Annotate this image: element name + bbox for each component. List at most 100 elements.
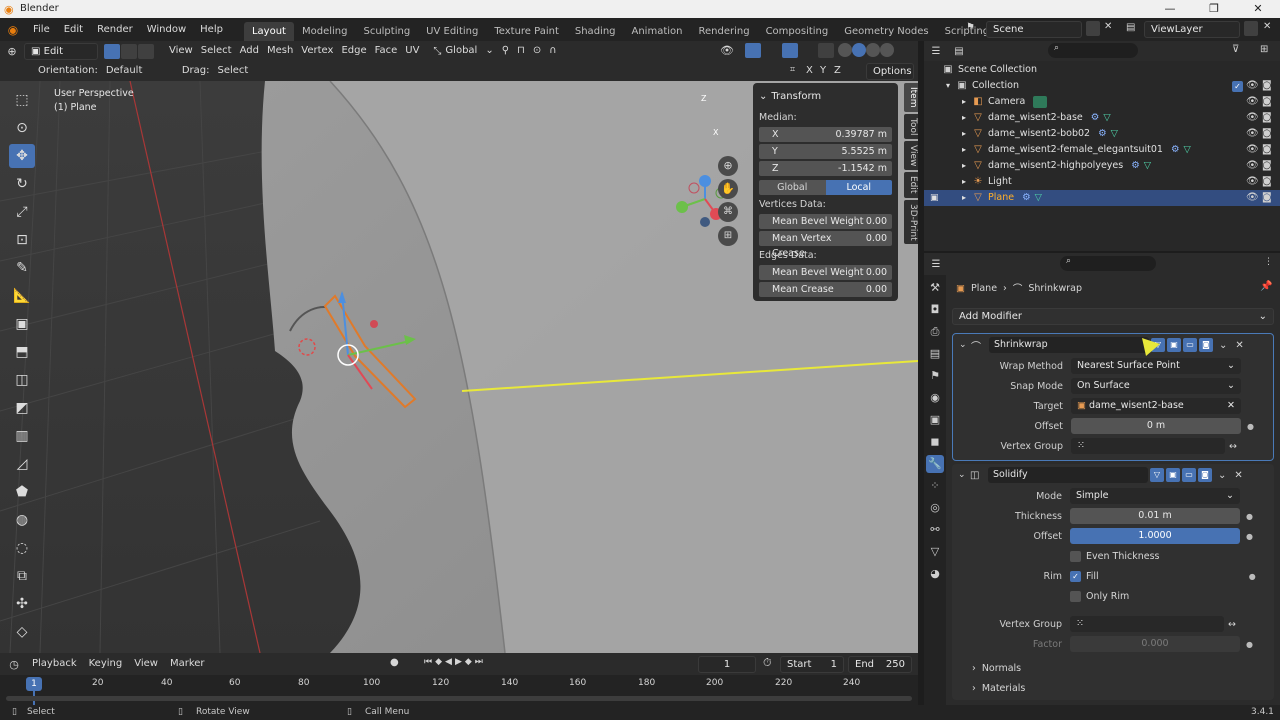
chevron-right-icon[interactable]: ▸	[962, 190, 972, 206]
view-layer-tab-icon[interactable]: ▤	[926, 345, 944, 363]
view-layer-selector[interactable]: ViewLayer	[1144, 21, 1240, 38]
menu-mesh[interactable]: Mesh	[263, 43, 297, 59]
menu-render[interactable]: Render	[90, 18, 140, 41]
minimize-button[interactable]: —	[1148, 0, 1192, 18]
target-field[interactable]: ▣ dame_wisent2-base ✕	[1071, 398, 1241, 414]
annotate-tool-icon[interactable]: ✎	[9, 256, 35, 280]
tree-row-dame-wisent2-bob02[interactable]: ▸ ▽ dame_wisent2-bob02 ⚙ ▽ 👁 ◙	[924, 126, 1280, 142]
mesh-data-icon[interactable]: ▽	[1035, 190, 1042, 206]
select-box-tool-icon[interactable]: ⬚	[9, 88, 35, 112]
tab-geometry-nodes[interactable]: Geometry Nodes	[836, 22, 936, 41]
chevron-right-icon[interactable]: ▸	[962, 174, 972, 190]
end-frame-field[interactable]: End 250	[848, 656, 912, 673]
delete-scene-icon[interactable]: ✕	[1104, 21, 1112, 32]
tab-edit[interactable]: Edit	[904, 172, 918, 198]
rotate-tool-icon[interactable]: ↻	[9, 172, 35, 196]
shear-tool-icon[interactable]: ◇	[9, 620, 35, 644]
modifier-icon[interactable]: ⚙	[1171, 142, 1180, 158]
tree-row-scene-collection[interactable]: ▣ Scene Collection	[924, 62, 1280, 78]
eye-icon[interactable]: 👁	[1246, 78, 1259, 94]
remove-modifier-icon[interactable]: ✕	[1235, 340, 1243, 351]
edit-mode-toggle-icon[interactable]: ▣	[1166, 468, 1180, 482]
keyframe-dot-icon[interactable]: ●	[1246, 532, 1253, 541]
timeline-ruler[interactable]: 1 20 40 60 80 100 120 140 160 180 200 22…	[0, 675, 918, 705]
invert-vertex-group-icon[interactable]: ↔	[1228, 619, 1236, 630]
new-collection-icon[interactable]: ⊞	[1260, 44, 1268, 55]
material-tab-icon[interactable]: ◕	[926, 565, 944, 583]
tree-row-collection[interactable]: ▾ ▣ Collection ✓ 👁 ◙	[924, 78, 1280, 94]
solidify-vertex-group-field[interactable]: ⁙	[1070, 616, 1224, 632]
menu-file[interactable]: File	[26, 18, 57, 41]
modifier-menu-icon[interactable]: ⌄	[1219, 340, 1227, 351]
solidify-offset-slider[interactable]: 1.0000	[1070, 528, 1240, 544]
tree-row-dame-wisent2-base[interactable]: ▸ ▽ dame_wisent2-base ⚙ ▽ 👁 ◙	[924, 110, 1280, 126]
local-toggle[interactable]: Local	[825, 179, 892, 195]
mean-bevel-weight-field[interactable]: Mean Bevel Weight 0.00	[759, 213, 892, 229]
tab-shading[interactable]: Shading	[567, 22, 624, 41]
chevron-right-icon[interactable]: ▸	[962, 158, 972, 174]
solid-shading-icon[interactable]	[852, 43, 866, 57]
eye-icon[interactable]: 👁	[1246, 110, 1259, 126]
keyframe-dot-icon[interactable]: ●	[1249, 572, 1256, 581]
tab-3d-print[interactable]: 3D-Print	[904, 199, 918, 245]
collection-exclude-checkbox[interactable]: ✓	[1232, 81, 1243, 92]
offset-field[interactable]: 0 m	[1071, 418, 1241, 434]
tree-row-camera[interactable]: ▸ ◧ Camera 👁 ◙	[924, 94, 1280, 110]
eye-icon[interactable]: 👁	[1246, 174, 1259, 190]
global-toggle[interactable]: Global	[759, 179, 826, 195]
loop-cut-tool-icon[interactable]: ▥	[9, 424, 35, 448]
modifier-tab-icon[interactable]: 🔧	[926, 455, 944, 473]
outliner-editor-icon[interactable]: ☰	[924, 46, 948, 57]
pan-hand-icon[interactable]: ✋	[718, 179, 738, 199]
tab-layout[interactable]: Layout	[243, 22, 294, 41]
render-toggle-icon[interactable]: ◙	[1199, 338, 1213, 352]
tab-sculpting[interactable]: Sculpting	[355, 22, 418, 41]
solidify-name-field[interactable]: Solidify	[988, 467, 1148, 483]
shrinkwrap-name-field[interactable]: Shrinkwrap	[989, 337, 1149, 353]
blender-menu-icon[interactable]: ◉	[0, 23, 26, 37]
render-camera-icon[interactable]: ◙	[1262, 94, 1272, 110]
xray-toggle-icon[interactable]	[818, 43, 834, 58]
mirror-z-button[interactable]: Z	[830, 63, 845, 79]
proportional-edit-icon[interactable]: ⊙	[529, 43, 545, 59]
bevel-tool-icon[interactable]: ◩	[9, 396, 35, 420]
camera-data-icon[interactable]	[1033, 96, 1048, 108]
menu-timeline-view[interactable]: View	[130, 656, 162, 672]
render-camera-icon[interactable]: ◙	[1262, 174, 1272, 190]
tree-row-dame-wisent2-female-elegantsuit01[interactable]: ▸ ▽ dame_wisent2-female_elegantsuit01 ⚙ ▽ …	[924, 142, 1280, 158]
menu-edge[interactable]: Edge	[337, 43, 370, 59]
tab-tool[interactable]: Tool	[904, 113, 918, 139]
shrink-fatten-tool-icon[interactable]: ✣	[9, 592, 35, 616]
eye-icon[interactable]: 👁	[1246, 126, 1259, 142]
fill-rim-checkbox[interactable]: ✓ Fill	[1070, 570, 1099, 582]
render-camera-icon[interactable]: ◙	[1262, 110, 1272, 126]
menu-view[interactable]: View	[165, 43, 197, 59]
data-tab-icon[interactable]: ▽	[926, 543, 944, 561]
render-camera-icon[interactable]: ◙	[1262, 158, 1272, 174]
filter-icon[interactable]: ⊽	[1232, 44, 1239, 55]
menu-uv[interactable]: UV	[401, 43, 423, 59]
tab-animation[interactable]: Animation	[624, 22, 691, 41]
timeline-editor-icon[interactable]: ◷	[0, 658, 28, 671]
chevron-down-icon[interactable]: ⌄	[959, 340, 971, 350]
measure-tool-icon[interactable]: 📐	[9, 284, 35, 308]
next-keyframe-icon[interactable]: ◆	[465, 657, 475, 667]
constraints-tab-icon[interactable]: ⚯	[926, 521, 944, 539]
zoom-icon[interactable]: ⊕	[718, 156, 738, 176]
mesh-data-icon[interactable]: ▽	[1184, 142, 1191, 158]
transform-panel-header[interactable]: ⌄ Transform	[759, 88, 892, 104]
modifier-icon[interactable]: ⚙	[1098, 126, 1107, 142]
camera-view-icon[interactable]: ⌘	[718, 202, 738, 222]
transform-orientation-selector[interactable]: Global	[441, 43, 481, 59]
normals-subpanel[interactable]: › Normals	[952, 658, 1274, 678]
scale-tool-icon[interactable]: ⤢	[9, 200, 35, 224]
delete-view-layer-icon[interactable]: ✕	[1263, 21, 1271, 32]
perspective-toggle-icon[interactable]: ⊞	[718, 226, 738, 246]
render-camera-icon[interactable]: ◙	[1262, 190, 1272, 206]
menu-window[interactable]: Window	[140, 18, 193, 41]
properties-search-input[interactable]: ⌕	[1060, 256, 1156, 271]
new-scene-icon[interactable]	[1086, 21, 1100, 36]
chevron-down-icon[interactable]: ⌄	[958, 470, 970, 480]
smooth-tool-icon[interactable]: ◌	[9, 536, 35, 560]
tab-view[interactable]: View	[904, 140, 918, 171]
